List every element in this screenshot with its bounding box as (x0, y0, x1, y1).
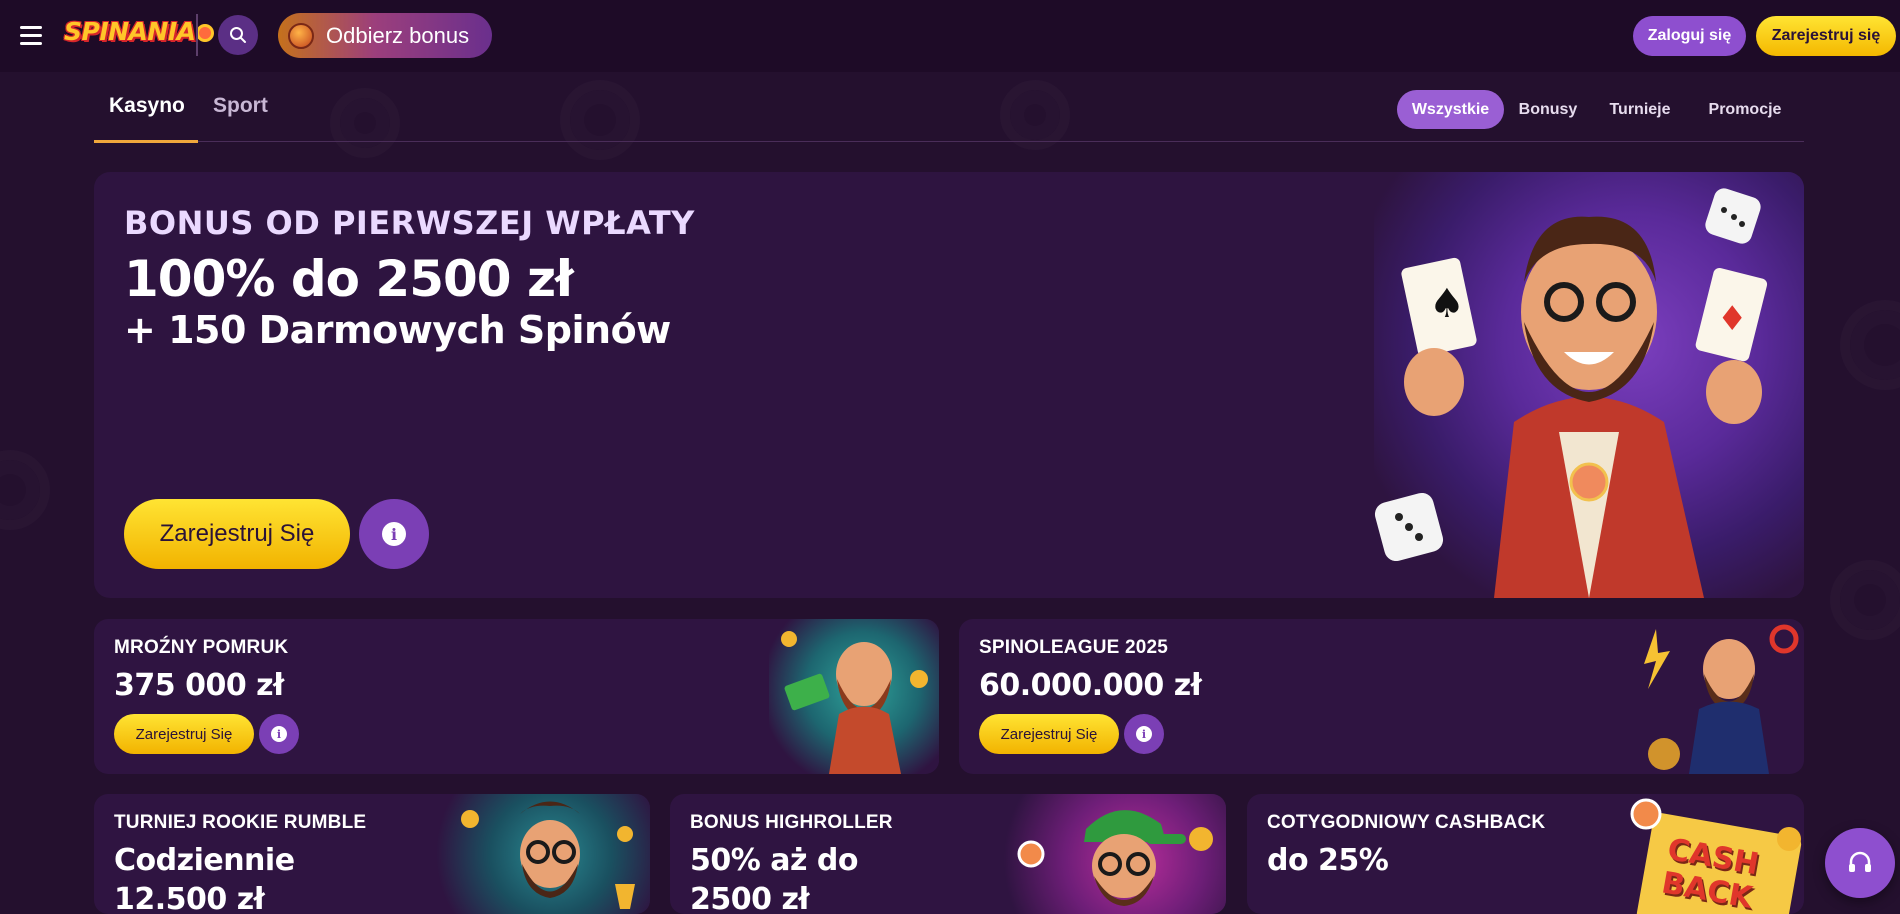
card-illustration (996, 794, 1226, 914)
card-title: SPINOLEAGUE 2025 (979, 637, 1169, 658)
info-icon: i (271, 726, 287, 742)
card-illustration (769, 619, 939, 774)
card-value: 50% aż do 2500 zł (690, 843, 859, 914)
promo-card-rookie-rumble: TURNIEJ ROOKIE RUMBLE Codziennie 12.500 … (94, 794, 650, 914)
background-swirl (1840, 300, 1900, 390)
card-value: 375 000 zł (114, 668, 284, 703)
promo-card-bonus-highroller: BONUS HIGHROLLER 50% aż do 2500 zł (670, 794, 1226, 914)
svg-text:♠: ♠ (1429, 281, 1465, 327)
mascot-illustration: ♠ ♦ (1374, 188, 1768, 598)
active-tab-underline (94, 140, 198, 143)
support-chat-button[interactable] (1825, 828, 1895, 898)
background-swirl (1830, 560, 1900, 640)
claim-bonus-button[interactable]: Odbierz bonus (278, 13, 492, 58)
card-illustration (1634, 619, 1804, 774)
card-title: MROŹNY POMRUK (114, 637, 289, 658)
filter-bonusy[interactable]: Bonusy (1512, 90, 1584, 129)
background-swirl (0, 450, 50, 530)
tab-kasyno[interactable]: Kasyno (109, 94, 185, 118)
promo-card-mrozny-pomruk: MROŹNY POMRUK 375 000 zł Zarejestruj Się… (94, 619, 939, 774)
card-illustration (430, 794, 650, 914)
login-button[interactable]: Zaloguj się (1633, 16, 1746, 56)
card-title: TURNIEJ ROOKIE RUMBLE (114, 812, 367, 833)
svg-text:♦: ♦ (1717, 299, 1747, 339)
hero-illustration: ♠ ♦ (1374, 172, 1804, 598)
filter-promocje[interactable]: Promocje (1700, 90, 1790, 129)
info-icon: i (1136, 726, 1152, 742)
hamburger-menu-icon[interactable] (20, 26, 42, 46)
logo-pin-icon (196, 24, 215, 42)
card-info-button[interactable]: i (1124, 714, 1164, 754)
promo-card-cashback: CASH BACK COTYGODNIOWY CASHBACK do 25% (1247, 794, 1804, 914)
card-title: COTYGODNIOWY CASHBACK (1267, 812, 1546, 833)
logo[interactable]: SPINANIA (64, 17, 215, 51)
card-title: BONUS HIGHROLLER (690, 812, 893, 833)
promo-card-spinoleague: SPINOLEAGUE 2025 60.000.000 zł Zarejestr… (959, 619, 1804, 774)
tab-sport[interactable]: Sport (213, 94, 268, 118)
info-icon: i (382, 522, 406, 546)
card-register-button[interactable]: Zarejestruj Się (979, 714, 1119, 754)
card-info-button[interactable]: i (259, 714, 299, 754)
filter-turnieje[interactable]: Turnieje (1604, 90, 1676, 129)
card-value: Codziennie 12.500 zł (114, 843, 295, 914)
header-divider (196, 14, 198, 56)
card-value: 60.000.000 zł (979, 668, 1202, 703)
search-icon (230, 27, 246, 43)
bonus-icon (288, 22, 314, 49)
hero-subtitle: + 150 Darmowych Spinów (124, 308, 671, 352)
hero-banner: ♠ ♦ BONUS OD PIERWSZEJ WPŁATY 100% do 25… (94, 172, 1804, 598)
hero-info-button[interactable]: i (359, 499, 429, 569)
hero-title: 100% do 2500 zł (124, 250, 574, 308)
claim-bonus-label: Odbierz bonus (326, 22, 470, 48)
filter-wszystkie[interactable]: Wszystkie (1397, 90, 1504, 129)
search-button[interactable] (218, 15, 258, 55)
register-button[interactable]: Zarejestruj się (1756, 16, 1896, 56)
category-tabs: Kasyno Sport Wszystkie Bonusy Turnieje P… (94, 72, 1804, 143)
top-header: SPINANIA Odbierz bonus Zaloguj się Zarej… (0, 0, 1900, 72)
card-value: do 25% (1267, 843, 1389, 878)
hero-eyebrow: BONUS OD PIERWSZEJ WPŁATY (124, 204, 695, 242)
card-register-button[interactable]: Zarejestruj Się (114, 714, 254, 754)
hero-register-button[interactable]: Zarejestruj Się (124, 499, 350, 569)
headset-icon (1849, 851, 1871, 872)
card-illustration: CASH BACK (1574, 794, 1804, 914)
